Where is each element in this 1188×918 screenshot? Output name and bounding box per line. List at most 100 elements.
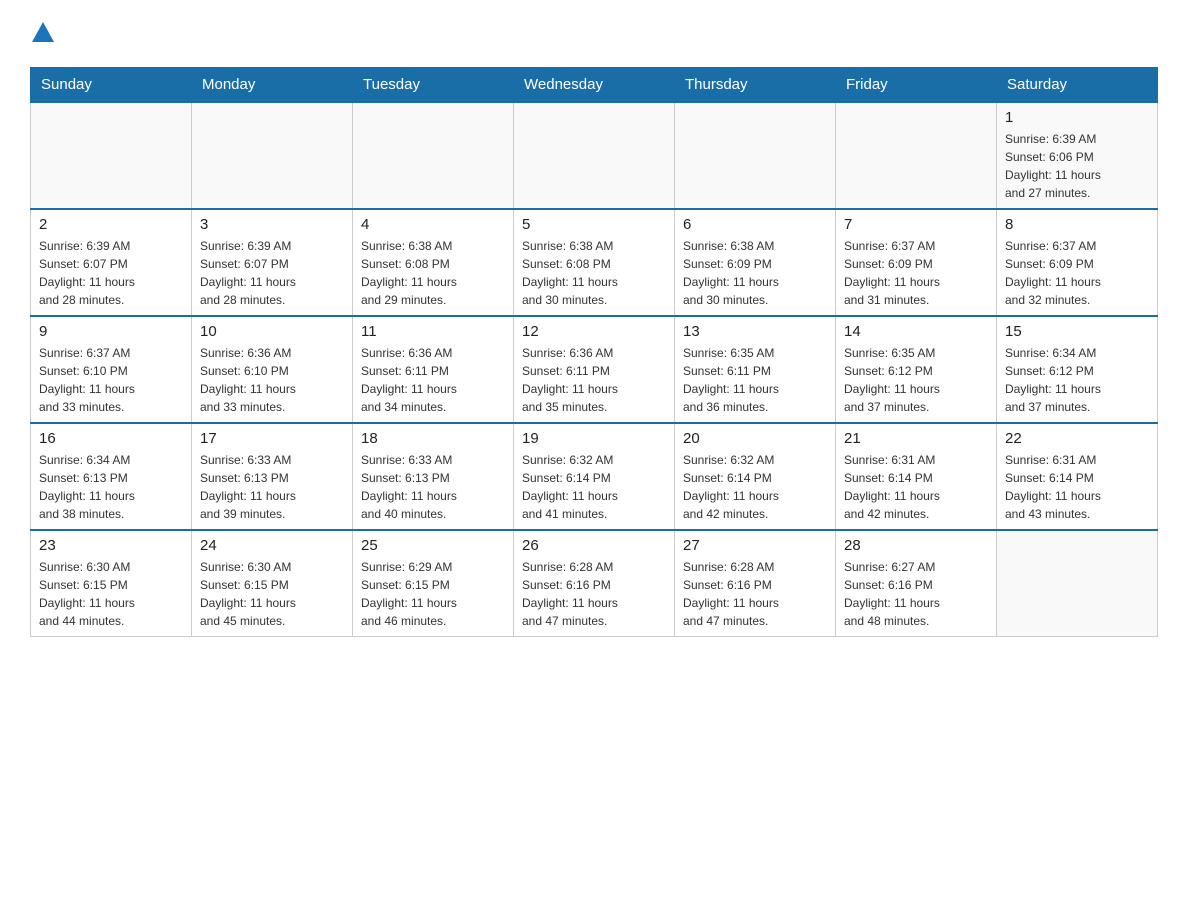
calendar-week-row: 16 Sunrise: 6:34 AMSunset: 6:13 PMDayligh… (31, 423, 1158, 530)
calendar-cell (514, 102, 675, 209)
calendar-day-header: Sunday (31, 68, 192, 103)
day-number: 16 (39, 430, 183, 447)
day-info: Sunrise: 6:36 AMSunset: 6:11 PMDaylight:… (522, 344, 666, 416)
day-info: Sunrise: 6:36 AMSunset: 6:10 PMDaylight:… (200, 344, 344, 416)
calendar-cell (31, 102, 192, 209)
day-info: Sunrise: 6:31 AMSunset: 6:14 PMDaylight:… (844, 451, 988, 523)
day-info: Sunrise: 6:35 AMSunset: 6:12 PMDaylight:… (844, 344, 988, 416)
calendar-cell: 21 Sunrise: 6:31 AMSunset: 6:14 PMDayligh… (836, 423, 997, 530)
page-header (30, 20, 1158, 47)
day-info: Sunrise: 6:37 AMSunset: 6:10 PMDaylight:… (39, 344, 183, 416)
calendar-cell: 14 Sunrise: 6:35 AMSunset: 6:12 PMDayligh… (836, 316, 997, 423)
calendar-header-row: SundayMondayTuesdayWednesdayThursdayFrid… (31, 68, 1158, 103)
day-number: 20 (683, 430, 827, 447)
day-number: 4 (361, 216, 505, 233)
day-number: 12 (522, 323, 666, 340)
calendar-cell: 25 Sunrise: 6:29 AMSunset: 6:15 PMDayligh… (353, 530, 514, 637)
day-number: 25 (361, 537, 505, 554)
calendar-cell (997, 530, 1158, 637)
day-number: 9 (39, 323, 183, 340)
calendar-cell: 3Sunrise: 6:39 AMSunset: 6:07 PMDaylight… (192, 209, 353, 316)
day-number: 6 (683, 216, 827, 233)
calendar-cell: 7 Sunrise: 6:37 AMSunset: 6:09 PMDaylight… (836, 209, 997, 316)
day-info: Sunrise: 6:29 AMSunset: 6:15 PMDaylight:… (361, 558, 505, 630)
calendar-cell: 17 Sunrise: 6:33 AMSunset: 6:13 PMDayligh… (192, 423, 353, 530)
day-info: Sunrise: 6:34 AMSunset: 6:13 PMDaylight:… (39, 451, 183, 523)
calendar-day-header: Thursday (675, 68, 836, 103)
logo-triangle-icon (32, 22, 54, 42)
calendar-cell: 24 Sunrise: 6:30 AMSunset: 6:15 PMDayligh… (192, 530, 353, 637)
day-number: 28 (844, 537, 988, 554)
day-number: 24 (200, 537, 344, 554)
calendar-cell: 26 Sunrise: 6:28 AMSunset: 6:16 PMDayligh… (514, 530, 675, 637)
calendar-cell: 8Sunrise: 6:37 AMSunset: 6:09 PMDaylight… (997, 209, 1158, 316)
calendar-table: SundayMondayTuesdayWednesdayThursdayFrid… (30, 67, 1158, 637)
day-number: 18 (361, 430, 505, 447)
day-number: 14 (844, 323, 988, 340)
day-info: Sunrise: 6:36 AMSunset: 6:11 PMDaylight:… (361, 344, 505, 416)
calendar-cell: 9 Sunrise: 6:37 AMSunset: 6:10 PMDaylight… (31, 316, 192, 423)
calendar-cell (192, 102, 353, 209)
calendar-day-header: Tuesday (353, 68, 514, 103)
calendar-cell: 27 Sunrise: 6:28 AMSunset: 6:16 PMDayligh… (675, 530, 836, 637)
day-number: 23 (39, 537, 183, 554)
day-number: 22 (1005, 430, 1149, 447)
day-info: Sunrise: 6:37 AMSunset: 6:09 PMDaylight:… (844, 237, 988, 309)
calendar-day-header: Saturday (997, 68, 1158, 103)
day-number: 15 (1005, 323, 1149, 340)
day-number: 7 (844, 216, 988, 233)
calendar-cell: 4 Sunrise: 6:38 AMSunset: 6:08 PMDaylight… (353, 209, 514, 316)
calendar-day-header: Wednesday (514, 68, 675, 103)
day-info: Sunrise: 6:30 AMSunset: 6:15 PMDaylight:… (200, 558, 344, 630)
calendar-cell: 2 Sunrise: 6:39 AMSunset: 6:07 PMDaylight… (31, 209, 192, 316)
day-number: 2 (39, 216, 183, 233)
day-info: Sunrise: 6:39 AMSunset: 6:07 PMDaylight:… (39, 237, 183, 309)
day-number: 10 (200, 323, 344, 340)
calendar-cell: 28Sunrise: 6:27 AMSunset: 6:16 PMDayligh… (836, 530, 997, 637)
calendar-week-row: 23 Sunrise: 6:30 AMSunset: 6:15 PMDayligh… (31, 530, 1158, 637)
calendar-week-row: 1 Sunrise: 6:39 AMSunset: 6:06 PMDaylight… (31, 102, 1158, 209)
calendar-cell: 11 Sunrise: 6:36 AMSunset: 6:11 PMDayligh… (353, 316, 514, 423)
day-number: 27 (683, 537, 827, 554)
day-number: 17 (200, 430, 344, 447)
day-info: Sunrise: 6:28 AMSunset: 6:16 PMDaylight:… (522, 558, 666, 630)
day-number: 3 (200, 216, 344, 233)
calendar-day-header: Monday (192, 68, 353, 103)
day-number: 8 (1005, 216, 1149, 233)
day-number: 13 (683, 323, 827, 340)
day-info: Sunrise: 6:32 AMSunset: 6:14 PMDaylight:… (522, 451, 666, 523)
day-info: Sunrise: 6:38 AMSunset: 6:08 PMDaylight:… (522, 237, 666, 309)
calendar-cell: 19 Sunrise: 6:32 AMSunset: 6:14 PMDayligh… (514, 423, 675, 530)
calendar-day-header: Friday (836, 68, 997, 103)
calendar-cell (836, 102, 997, 209)
day-number: 1 (1005, 109, 1149, 126)
day-info: Sunrise: 6:38 AMSunset: 6:08 PMDaylight:… (361, 237, 505, 309)
logo (30, 20, 54, 47)
day-number: 21 (844, 430, 988, 447)
day-info: Sunrise: 6:33 AMSunset: 6:13 PMDaylight:… (361, 451, 505, 523)
calendar-week-row: 9 Sunrise: 6:37 AMSunset: 6:10 PMDaylight… (31, 316, 1158, 423)
day-number: 26 (522, 537, 666, 554)
day-info: Sunrise: 6:35 AMSunset: 6:11 PMDaylight:… (683, 344, 827, 416)
calendar-cell: 18 Sunrise: 6:33 AMSunset: 6:13 PMDayligh… (353, 423, 514, 530)
calendar-cell: 1 Sunrise: 6:39 AMSunset: 6:06 PMDaylight… (997, 102, 1158, 209)
day-info: Sunrise: 6:31 AMSunset: 6:14 PMDaylight:… (1005, 451, 1149, 523)
day-info: Sunrise: 6:30 AMSunset: 6:15 PMDaylight:… (39, 558, 183, 630)
calendar-cell: 16 Sunrise: 6:34 AMSunset: 6:13 PMDayligh… (31, 423, 192, 530)
calendar-cell: 12 Sunrise: 6:36 AMSunset: 6:11 PMDayligh… (514, 316, 675, 423)
calendar-cell: 20Sunrise: 6:32 AMSunset: 6:14 PMDayligh… (675, 423, 836, 530)
day-number: 19 (522, 430, 666, 447)
calendar-cell: 6 Sunrise: 6:38 AMSunset: 6:09 PMDaylight… (675, 209, 836, 316)
calendar-cell: 10 Sunrise: 6:36 AMSunset: 6:10 PMDayligh… (192, 316, 353, 423)
day-info: Sunrise: 6:39 AMSunset: 6:06 PMDaylight:… (1005, 130, 1149, 202)
calendar-cell: 22 Sunrise: 6:31 AMSunset: 6:14 PMDayligh… (997, 423, 1158, 530)
day-number: 11 (361, 323, 505, 340)
day-number: 5 (522, 216, 666, 233)
day-info: Sunrise: 6:38 AMSunset: 6:09 PMDaylight:… (683, 237, 827, 309)
day-info: Sunrise: 6:34 AMSunset: 6:12 PMDaylight:… (1005, 344, 1149, 416)
day-info: Sunrise: 6:33 AMSunset: 6:13 PMDaylight:… (200, 451, 344, 523)
calendar-cell (353, 102, 514, 209)
calendar-cell: 15 Sunrise: 6:34 AMSunset: 6:12 PMDayligh… (997, 316, 1158, 423)
calendar-cell (675, 102, 836, 209)
day-info: Sunrise: 6:28 AMSunset: 6:16 PMDaylight:… (683, 558, 827, 630)
